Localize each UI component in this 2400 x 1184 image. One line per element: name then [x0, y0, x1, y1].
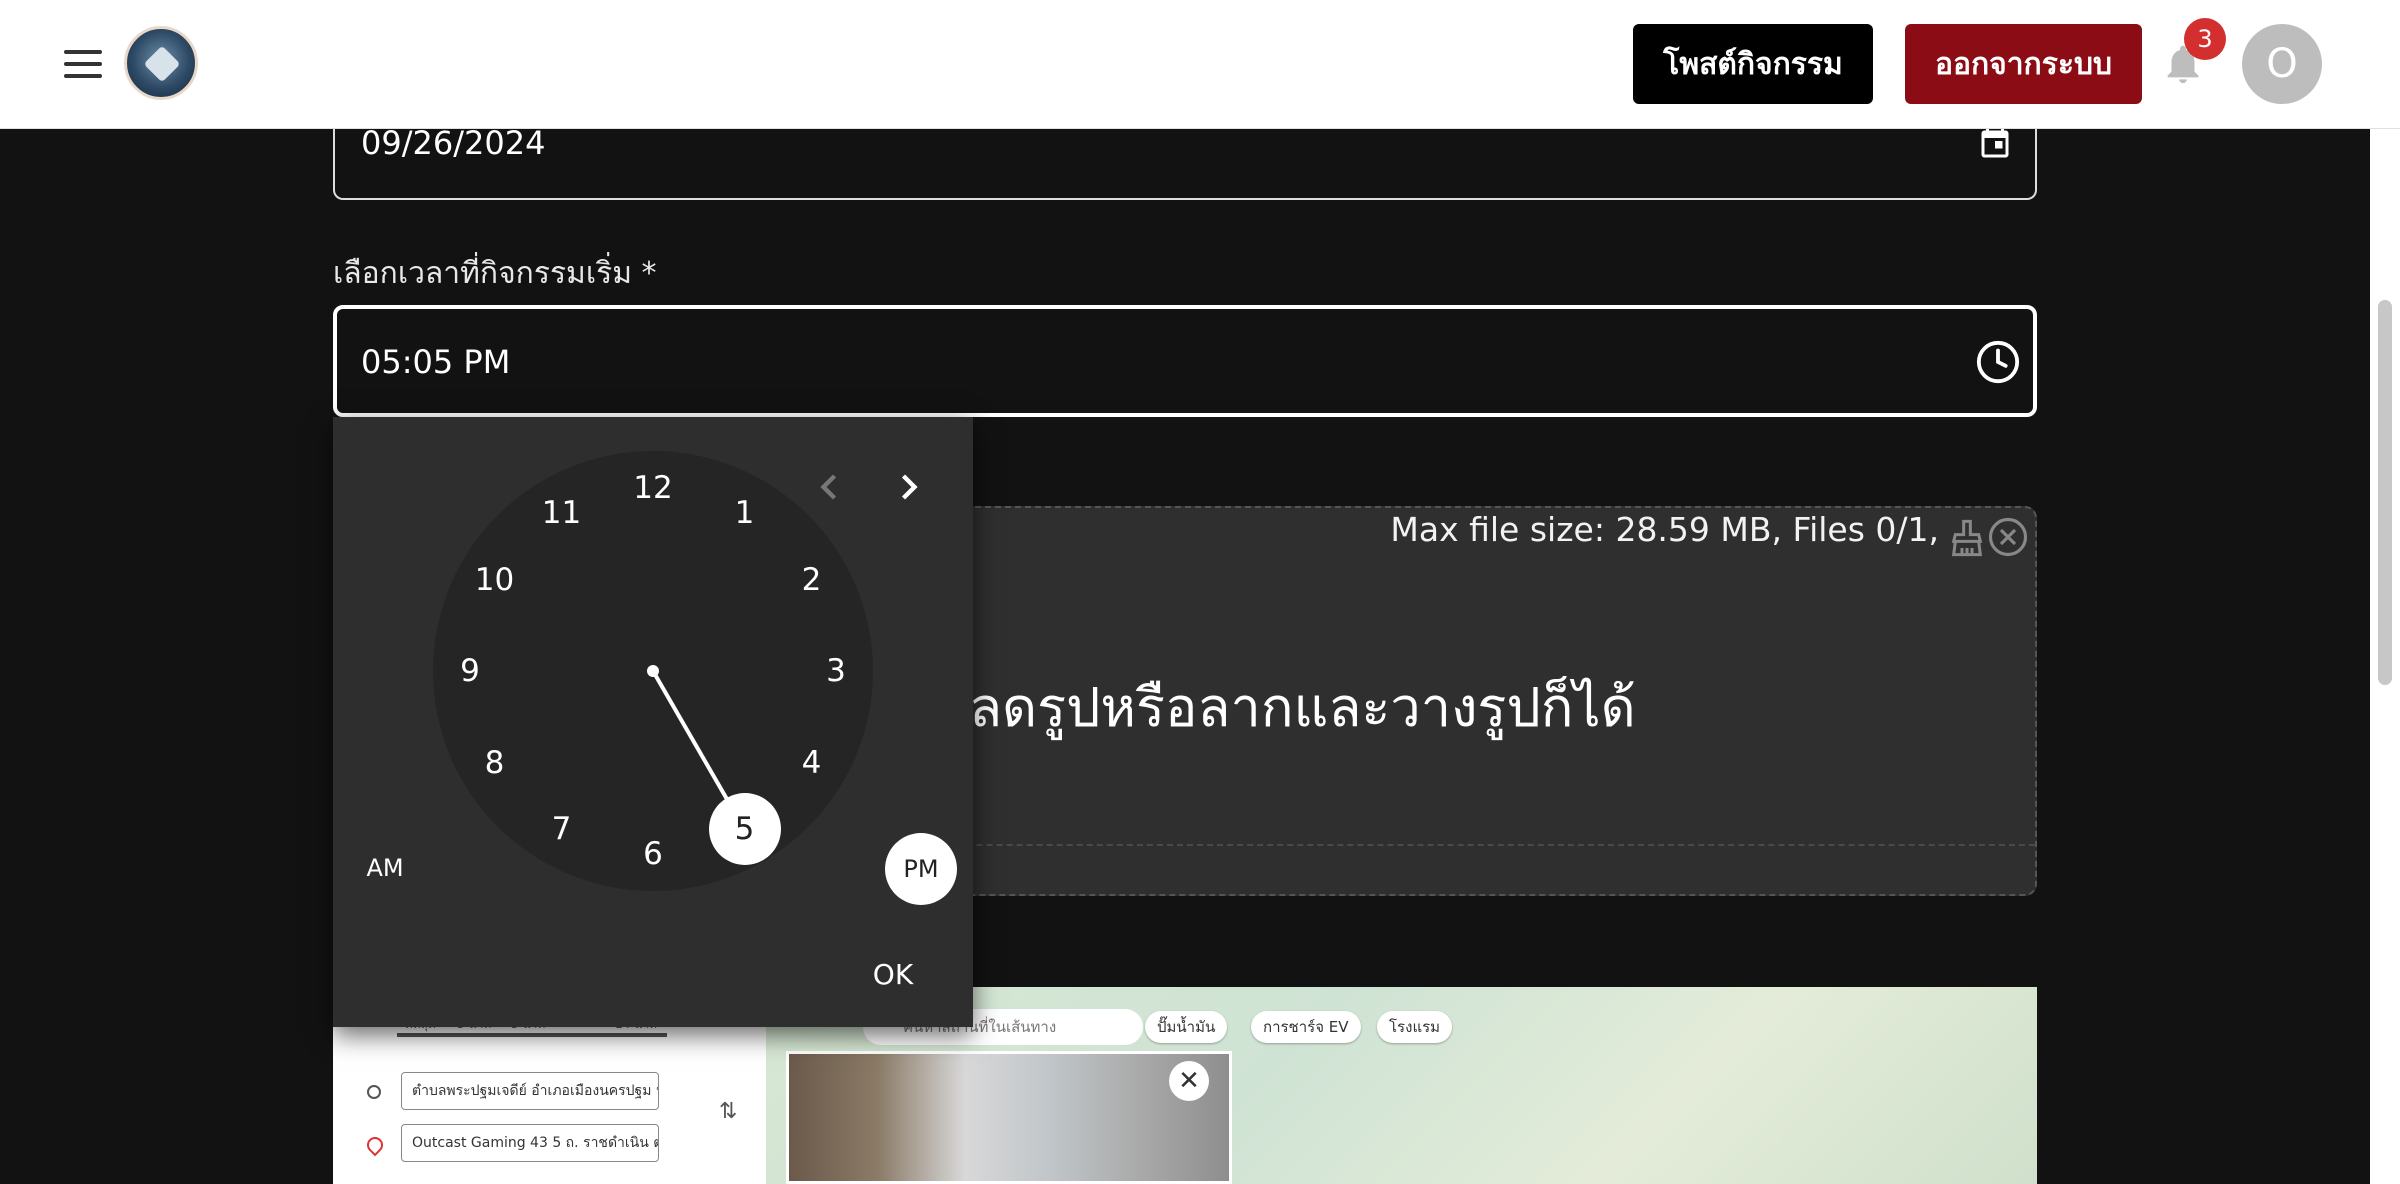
origin-input: ตำบลพระปฐมเจดีย์ อำเภอเมืองนครปฐม นครปฐม	[401, 1072, 659, 1110]
calendar-icon[interactable]	[1977, 126, 2013, 162]
destination-input: Outcast Gaming 43 5 ถ. ราชดำเนิน ตำบลพระ…	[401, 1124, 659, 1162]
clock-number-11[interactable]: 11	[532, 483, 592, 543]
top-app-bar: โพสต์กิจกรรม ออกจากระบบ 3 O	[0, 0, 2400, 129]
map-chip-hotel: โรงแรม	[1377, 1011, 1453, 1043]
post-activity-button[interactable]: โพสต์กิจกรรม	[1633, 24, 1873, 104]
clock-number-8[interactable]: 8	[465, 733, 525, 793]
clean-icon[interactable]	[1947, 518, 1987, 558]
clock-number-6[interactable]: 6	[623, 824, 683, 884]
remove-icon[interactable]	[1987, 516, 2029, 558]
logout-button[interactable]: ออกจากระบบ	[1905, 24, 2142, 104]
time-field[interactable]: 05:05 PM	[333, 305, 2037, 417]
date-value: 09/26/2024	[361, 124, 546, 162]
app-logo[interactable]	[124, 26, 198, 100]
clock-number-4[interactable]: 4	[781, 733, 841, 793]
clock-number-7[interactable]: 7	[532, 799, 592, 859]
pm-button[interactable]: PM	[885, 833, 957, 905]
upload-meta: Max file size: 28.59 MB, Files 0/1,	[1390, 510, 1939, 549]
time-label: เลือกเวลาที่กิจกรรมเริ่ม *	[333, 256, 657, 291]
clock-icon[interactable]	[1975, 339, 2021, 385]
clock-number-5[interactable]: 5	[708, 793, 781, 866]
route-progress	[397, 1033, 667, 1037]
chevron-right-icon[interactable]	[887, 465, 931, 509]
scrollbar-thumb[interactable]	[2378, 300, 2392, 685]
clock-number-2[interactable]: 2	[781, 550, 841, 610]
notification-badge: 3	[2184, 18, 2226, 60]
chevron-left-icon[interactable]	[807, 465, 851, 509]
map-chip-ev: การชาร์จ EV	[1251, 1011, 1361, 1043]
avatar[interactable]: O	[2242, 24, 2322, 104]
clock-number-10[interactable]: 10	[465, 550, 525, 610]
clock-number-3[interactable]: 3	[806, 641, 866, 701]
clock-number-12[interactable]: 12	[623, 458, 683, 518]
hamburger-icon[interactable]	[60, 44, 108, 84]
place-photo	[786, 1051, 1232, 1184]
am-button[interactable]: AM	[350, 846, 420, 890]
map-chip-gas: ปั๊มน้ำมัน	[1145, 1011, 1228, 1043]
clock-number-1[interactable]: 1	[715, 483, 775, 543]
time-value: 05:05 PM	[361, 343, 511, 381]
photo-close-icon: ✕	[1169, 1061, 1209, 1101]
swap-icon: ⇅	[719, 1099, 738, 1124]
ok-button[interactable]: OK	[860, 952, 926, 996]
destination-pin	[363, 1133, 387, 1157]
clock-number-9[interactable]: 9	[440, 641, 500, 701]
origin-dot	[367, 1085, 381, 1099]
